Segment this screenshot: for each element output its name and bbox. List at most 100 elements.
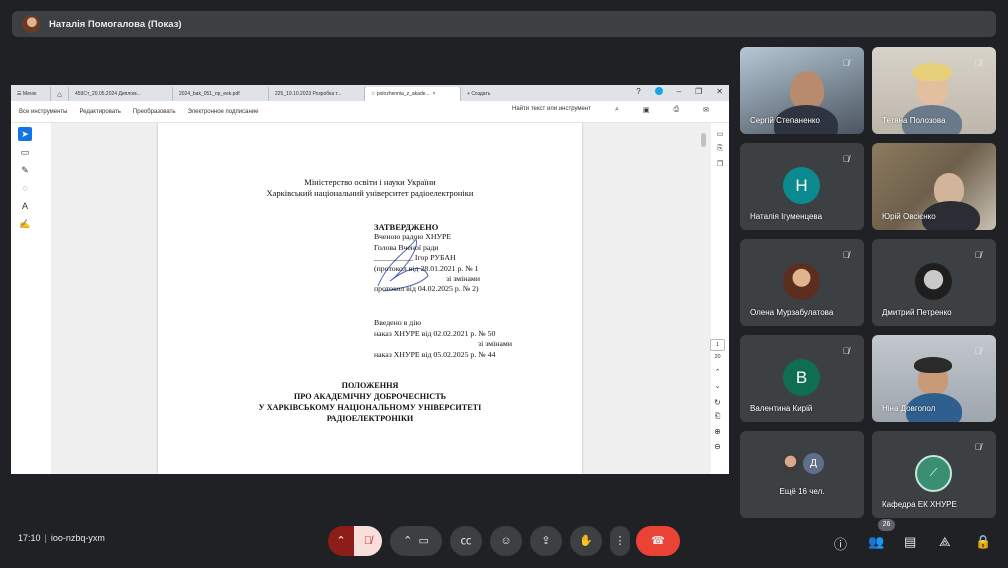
participant-name: Валентина Кирій [750, 404, 813, 413]
comments-icon[interactable]: ▭ [711, 130, 729, 138]
participant-name: Олена Мурзабулатова [750, 308, 834, 317]
participant-tile[interactable]: 🎙̸ Олена Мурзабулатова [740, 239, 864, 326]
mail-icon[interactable]: ✉ [703, 106, 709, 114]
pen-icon[interactable]: ✎ [18, 163, 32, 177]
browser-menu-tab[interactable]: ☰ Меню [11, 87, 51, 101]
participant-tile[interactable]: 🎙̸ Сергій Степаненко [740, 47, 864, 134]
host-controls-icon[interactable]: 🔒 [975, 534, 991, 550]
all-tools-button[interactable]: Все инструменты [19, 109, 67, 115]
participant-tile[interactable]: 🎙̸ Тетяна Полозова [872, 47, 996, 134]
info-icon[interactable]: ⓘ [834, 534, 847, 553]
print-icon[interactable]: ⎙ [674, 106, 680, 114]
convert-button[interactable]: Преобразовать [133, 109, 176, 115]
more-participants-label: Ещё 16 чел. [779, 487, 825, 496]
people-icon[interactable]: 👥 [868, 534, 884, 550]
search-icon[interactable]: ⌕ [615, 106, 619, 114]
captions-button[interactable]: ㏄ [450, 526, 482, 556]
department-logo-icon: ⟋ [915, 455, 952, 492]
participant-tile[interactable]: ⟋ 🎙̸ Кафедра ЕК ХНУРЕ [872, 431, 996, 518]
chevron-up-icon: ⌃ [403, 535, 419, 547]
select-cursor-icon[interactable]: ➤ [18, 127, 32, 141]
refresh-icon[interactable]: ↻ [710, 398, 725, 407]
profile-icon[interactable] [654, 87, 663, 95]
find-tool-label[interactable]: Найти текст или инструмент [512, 106, 591, 114]
window-controls: ? – ❐ ✕ [636, 87, 723, 96]
audio-options-button[interactable]: ⌃ [328, 526, 354, 556]
approval-block: ЗАТВЕРДЖЕНО Вченою радою ХНУРЕ Голова Вч… [374, 222, 481, 294]
pages-icon[interactable]: ❐ [711, 160, 729, 168]
raise-hand-button[interactable]: ✋ [570, 526, 602, 556]
save-icon[interactable]: ▣ [643, 106, 650, 114]
participant-avatar [783, 263, 820, 300]
participant-tile[interactable]: Юрій Овсієнко [872, 143, 996, 230]
participant-tile[interactable]: В 🎙̸ Валентина Кирій [740, 335, 864, 422]
lasso-icon[interactable]: ◌ [18, 181, 32, 195]
browser-tab[interactable]: 225_19.10.2023 Розробка т... [269, 87, 365, 101]
new-tab-button[interactable]: + Создать [461, 87, 507, 101]
zoom-out-icon[interactable]: ⊖ [710, 442, 725, 451]
home-icon[interactable]: ⌂ [51, 87, 69, 101]
edit-button[interactable]: Редактировать [79, 109, 120, 115]
participant-name: Юрій Овсієнко [882, 212, 936, 221]
meeting-code: ioo-nzbq-yxm [50, 533, 105, 543]
zoom-in-icon[interactable]: ⊕ [710, 427, 725, 436]
bookmark-icon[interactable]: ⎘ [711, 145, 729, 153]
participant-tile[interactable]: 🎙̸ Дмитрий Петренко [872, 239, 996, 326]
close-window-icon[interactable]: ✕ [716, 87, 723, 96]
signature-icon[interactable]: ✍ [18, 217, 32, 231]
present-button[interactable]: ⇪ [530, 526, 562, 556]
mic-off-icon: 🎙̸ [842, 250, 850, 260]
participant-tile[interactable]: Н 🎙̸ Наталія Ігуменцева [740, 143, 864, 230]
present-icon: ⇪ [541, 535, 551, 547]
presenter-avatar [22, 15, 40, 33]
vertical-scrollbar[interactable] [701, 130, 707, 470]
browser-tab[interactable]: 459Ст_20.05.2024 Диплом... [69, 87, 173, 101]
participant-tile[interactable]: 🎙̸ Ніна Довгопол [872, 335, 996, 422]
participant-name: Кафедра ЕК ХНУРЕ [882, 500, 957, 509]
pdf-tools-column: ➤ ▭ ✎ ◌ A ✍ [11, 123, 51, 474]
leave-call-button[interactable]: ☎ [636, 526, 680, 556]
presenter-banner: Наталія Помогалова (Показ) [12, 11, 996, 37]
participant-avatar [915, 263, 952, 300]
document-area[interactable]: Міністерство освіти і науки України Харк… [51, 123, 711, 474]
chevron-down-icon[interactable]: ⌄ [710, 382, 725, 390]
browser-tab[interactable]: 2024_bak_051_np_eek.pdf [173, 87, 269, 101]
participant-name: Сергій Степаненко [750, 116, 820, 125]
camera-button[interactable]: ⌃ ▭ [390, 526, 442, 556]
pdf-toolbar: Все инструменты Редактировать Преобразов… [11, 101, 729, 123]
emoji-button[interactable]: ☺ [490, 526, 522, 556]
help-icon[interactable]: ? [636, 87, 640, 96]
meeting-info: 17:10 | ioo-nzbq-yxm [18, 533, 105, 543]
chat-icon[interactable]: ▤ [904, 534, 916, 550]
regulation-title: ПОЛОЖЕННЯ ПРО АКАДЕМІЧНУ ДОБРОЧЕСНІСТЬ У… [258, 381, 482, 423]
more-participants-tile[interactable]: Д Ещё 16 чел. [740, 431, 864, 518]
participant-video [790, 71, 824, 109]
hand-icon: ✋ [579, 535, 593, 547]
minimize-icon[interactable]: – [677, 87, 681, 96]
participant-avatar [780, 453, 801, 474]
esign-button[interactable]: Электронное подписание [188, 109, 259, 115]
scroll-thumb[interactable] [701, 133, 706, 147]
maximize-icon[interactable]: ❐ [695, 87, 702, 96]
microphone-button[interactable]: 🎙̸ [354, 526, 382, 556]
browser-tab-bar: ☰ Меню ⌂ 459Ст_20.05.2024 Диплом... 2024… [11, 85, 729, 101]
meeting-time: 17:10 [18, 533, 41, 543]
participant-name: Дмитрий Петренко [882, 308, 952, 317]
close-icon[interactable]: × [430, 91, 435, 97]
total-pages: 20 [714, 354, 721, 360]
comment-icon[interactable]: ▭ [18, 145, 32, 159]
captions-icon: ㏄ [460, 535, 472, 547]
more-options-button[interactable]: ⋮ [610, 526, 630, 556]
mic-off-icon: 🎙̸ [974, 442, 982, 452]
current-page[interactable]: 1 [710, 339, 725, 351]
mic-off-icon: 🎙̸ [974, 58, 982, 68]
camera-icon: ▭ [418, 535, 429, 547]
page-select-icon[interactable]: ⎗ [710, 413, 725, 421]
introduction-block: Введено в дію наказ ХНУРЕ від 02.02.2021… [374, 318, 513, 359]
browser-tab-active[interactable]: ☆ polozhennia_z_akade... × [365, 87, 461, 101]
text-icon[interactable]: A [18, 199, 32, 213]
chevron-up-icon[interactable]: ⌃ [710, 368, 725, 376]
ministry-header: Міністерство освіти і науки України Харк… [266, 177, 474, 198]
activities-icon[interactable]: ⟁ [939, 534, 951, 550]
chevron-up-icon: ⌃ [336, 535, 346, 547]
